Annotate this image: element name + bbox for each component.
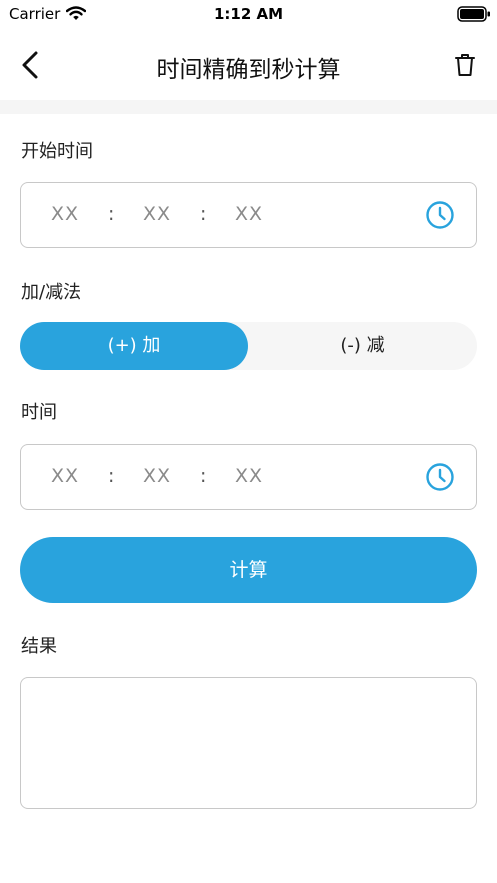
clock-icon <box>426 201 454 229</box>
start-time-label: 开始时间 <box>21 141 93 162</box>
duration-label: 时间 <box>21 402 57 423</box>
status-bar: Carrier 1:12 AM <box>0 0 497 30</box>
subtract-option[interactable]: (-) 减 <box>248 322 477 370</box>
page-title: 时间精确到秒计算 <box>156 57 341 83</box>
trash-icon <box>455 54 475 76</box>
delete-button[interactable] <box>452 50 478 80</box>
section-divider <box>0 100 497 114</box>
time-separator: : <box>200 203 207 225</box>
start-minutes-input[interactable]: XX <box>143 203 171 225</box>
duration-minutes-input[interactable]: XX <box>143 465 171 487</box>
result-label: 结果 <box>21 636 57 657</box>
result-output <box>20 677 477 809</box>
add-option[interactable]: (+) 加 <box>20 322 248 370</box>
operation-label: 加/减法 <box>21 282 82 303</box>
time-separator: : <box>108 203 115 225</box>
nav-bar: 时间精确到秒计算 <box>0 30 497 100</box>
clock-icon <box>426 463 454 491</box>
duration-hours-input[interactable]: XX <box>51 465 79 487</box>
start-hours-input[interactable]: XX <box>51 203 79 225</box>
calculate-button[interactable]: 计算 <box>20 537 477 603</box>
start-time-picker-button[interactable] <box>425 200 455 230</box>
time-separator: : <box>108 465 115 487</box>
duration-picker-button[interactable] <box>425 462 455 492</box>
start-time-field[interactable]: XX : XX : XX <box>20 182 477 248</box>
clock-time: 1:12 AM <box>213 5 284 23</box>
duration-field[interactable]: XX : XX : XX <box>20 444 477 510</box>
time-separator: : <box>200 465 207 487</box>
battery-icon <box>457 6 491 26</box>
start-seconds-input[interactable]: XX <box>235 203 263 225</box>
operation-segmented-control: (+) 加 (-) 减 <box>20 322 477 370</box>
duration-seconds-input[interactable]: XX <box>235 465 263 487</box>
